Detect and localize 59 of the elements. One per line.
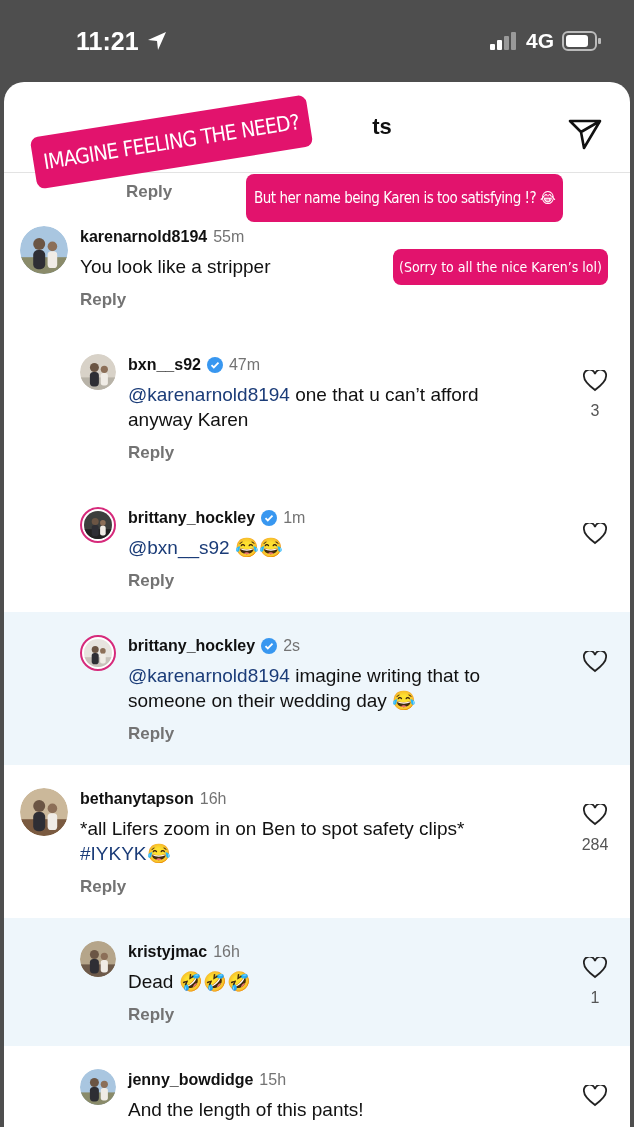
heart-icon[interactable]	[583, 370, 607, 392]
username[interactable]: jenny_bowdidge	[128, 1069, 254, 1091]
comment-text: @bxn__s92 😂😂	[128, 536, 283, 560]
comment-time: 2s	[283, 636, 301, 656]
mention-link[interactable]: @karenarnold8194	[128, 665, 290, 686]
heart-icon[interactable]	[583, 1085, 607, 1107]
comment-time: 15h	[259, 1070, 287, 1090]
network-label: 4G	[526, 29, 554, 53]
comment-text: Dead 🤣🤣🤣	[128, 970, 251, 994]
reply-link[interactable]: Reply	[128, 723, 568, 745]
avatar[interactable]	[80, 507, 116, 543]
verified-badge-icon	[261, 638, 278, 654]
sticker-caption: (Sorry to all the nice Karen’s lol)	[393, 249, 608, 285]
avatar[interactable]	[80, 941, 116, 977]
username[interactable]: bethanytapson	[80, 788, 194, 810]
username[interactable]: bxn__s92	[128, 354, 201, 376]
sheet-title: ts	[372, 114, 392, 140]
sticker-caption: But her name being Karen is too satisfying !? 😂	[246, 174, 564, 222]
username[interactable]: karenarnold8194	[80, 226, 208, 248]
like-count: 3	[590, 402, 600, 420]
like-count: 1	[590, 989, 600, 1007]
avatar[interactable]	[80, 635, 116, 671]
mention-link[interactable]: #IYKYK	[80, 843, 147, 864]
comment-time: 16h	[213, 942, 240, 962]
send-icon[interactable]	[568, 118, 602, 150]
username[interactable]: brittany_hockley	[128, 507, 256, 529]
heart-icon[interactable]	[583, 804, 607, 826]
comment-time: 16h	[199, 789, 227, 809]
verified-badge-icon	[261, 510, 278, 526]
reply-link[interactable]: Reply	[128, 1004, 568, 1026]
location-arrow-icon	[146, 31, 167, 51]
comment-time: 47m	[228, 355, 261, 375]
comment-text: @karenarnold8194 imagine writing that to someone on their wedding day 😂	[128, 664, 481, 713]
comment-text: @karenarnold8194 one that u can’t afford anyway Karen	[128, 383, 480, 432]
reply-link[interactable]: Reply	[80, 289, 568, 311]
signal-icon	[490, 32, 518, 50]
reply-link[interactable]: Reply	[80, 876, 568, 898]
like-count: 284	[581, 836, 609, 854]
heart-icon[interactable]	[583, 523, 607, 545]
reply-link[interactable]: Reply	[128, 570, 568, 592]
username[interactable]: brittany_hockley	[128, 635, 256, 657]
heart-icon[interactable]	[583, 651, 607, 673]
battery-icon	[562, 31, 602, 51]
heart-icon[interactable]	[583, 957, 607, 979]
avatar[interactable]	[80, 1069, 116, 1105]
status-time: 11:21	[76, 26, 139, 56]
avatar[interactable]	[20, 788, 68, 836]
reply-link[interactable]: Reply	[128, 442, 568, 464]
verified-badge-icon	[206, 357, 223, 373]
comment-time: 1m	[283, 508, 306, 528]
comment-time: 55m	[213, 227, 245, 247]
mention-link[interactable]: @karenarnold8194	[128, 384, 290, 405]
mention-link[interactable]: @bxn__s92	[128, 537, 230, 558]
comment-text: And the length of this pants!	[128, 1098, 364, 1122]
comment-text: *all Lifers zoom in on Ben to spot safety clips* #IYKYK😂	[80, 817, 466, 866]
avatar[interactable]	[80, 354, 116, 390]
avatar[interactable]	[20, 226, 68, 274]
username[interactable]: kristyjmac	[128, 941, 208, 963]
comment-text: You look like a stripper	[80, 255, 271, 279]
